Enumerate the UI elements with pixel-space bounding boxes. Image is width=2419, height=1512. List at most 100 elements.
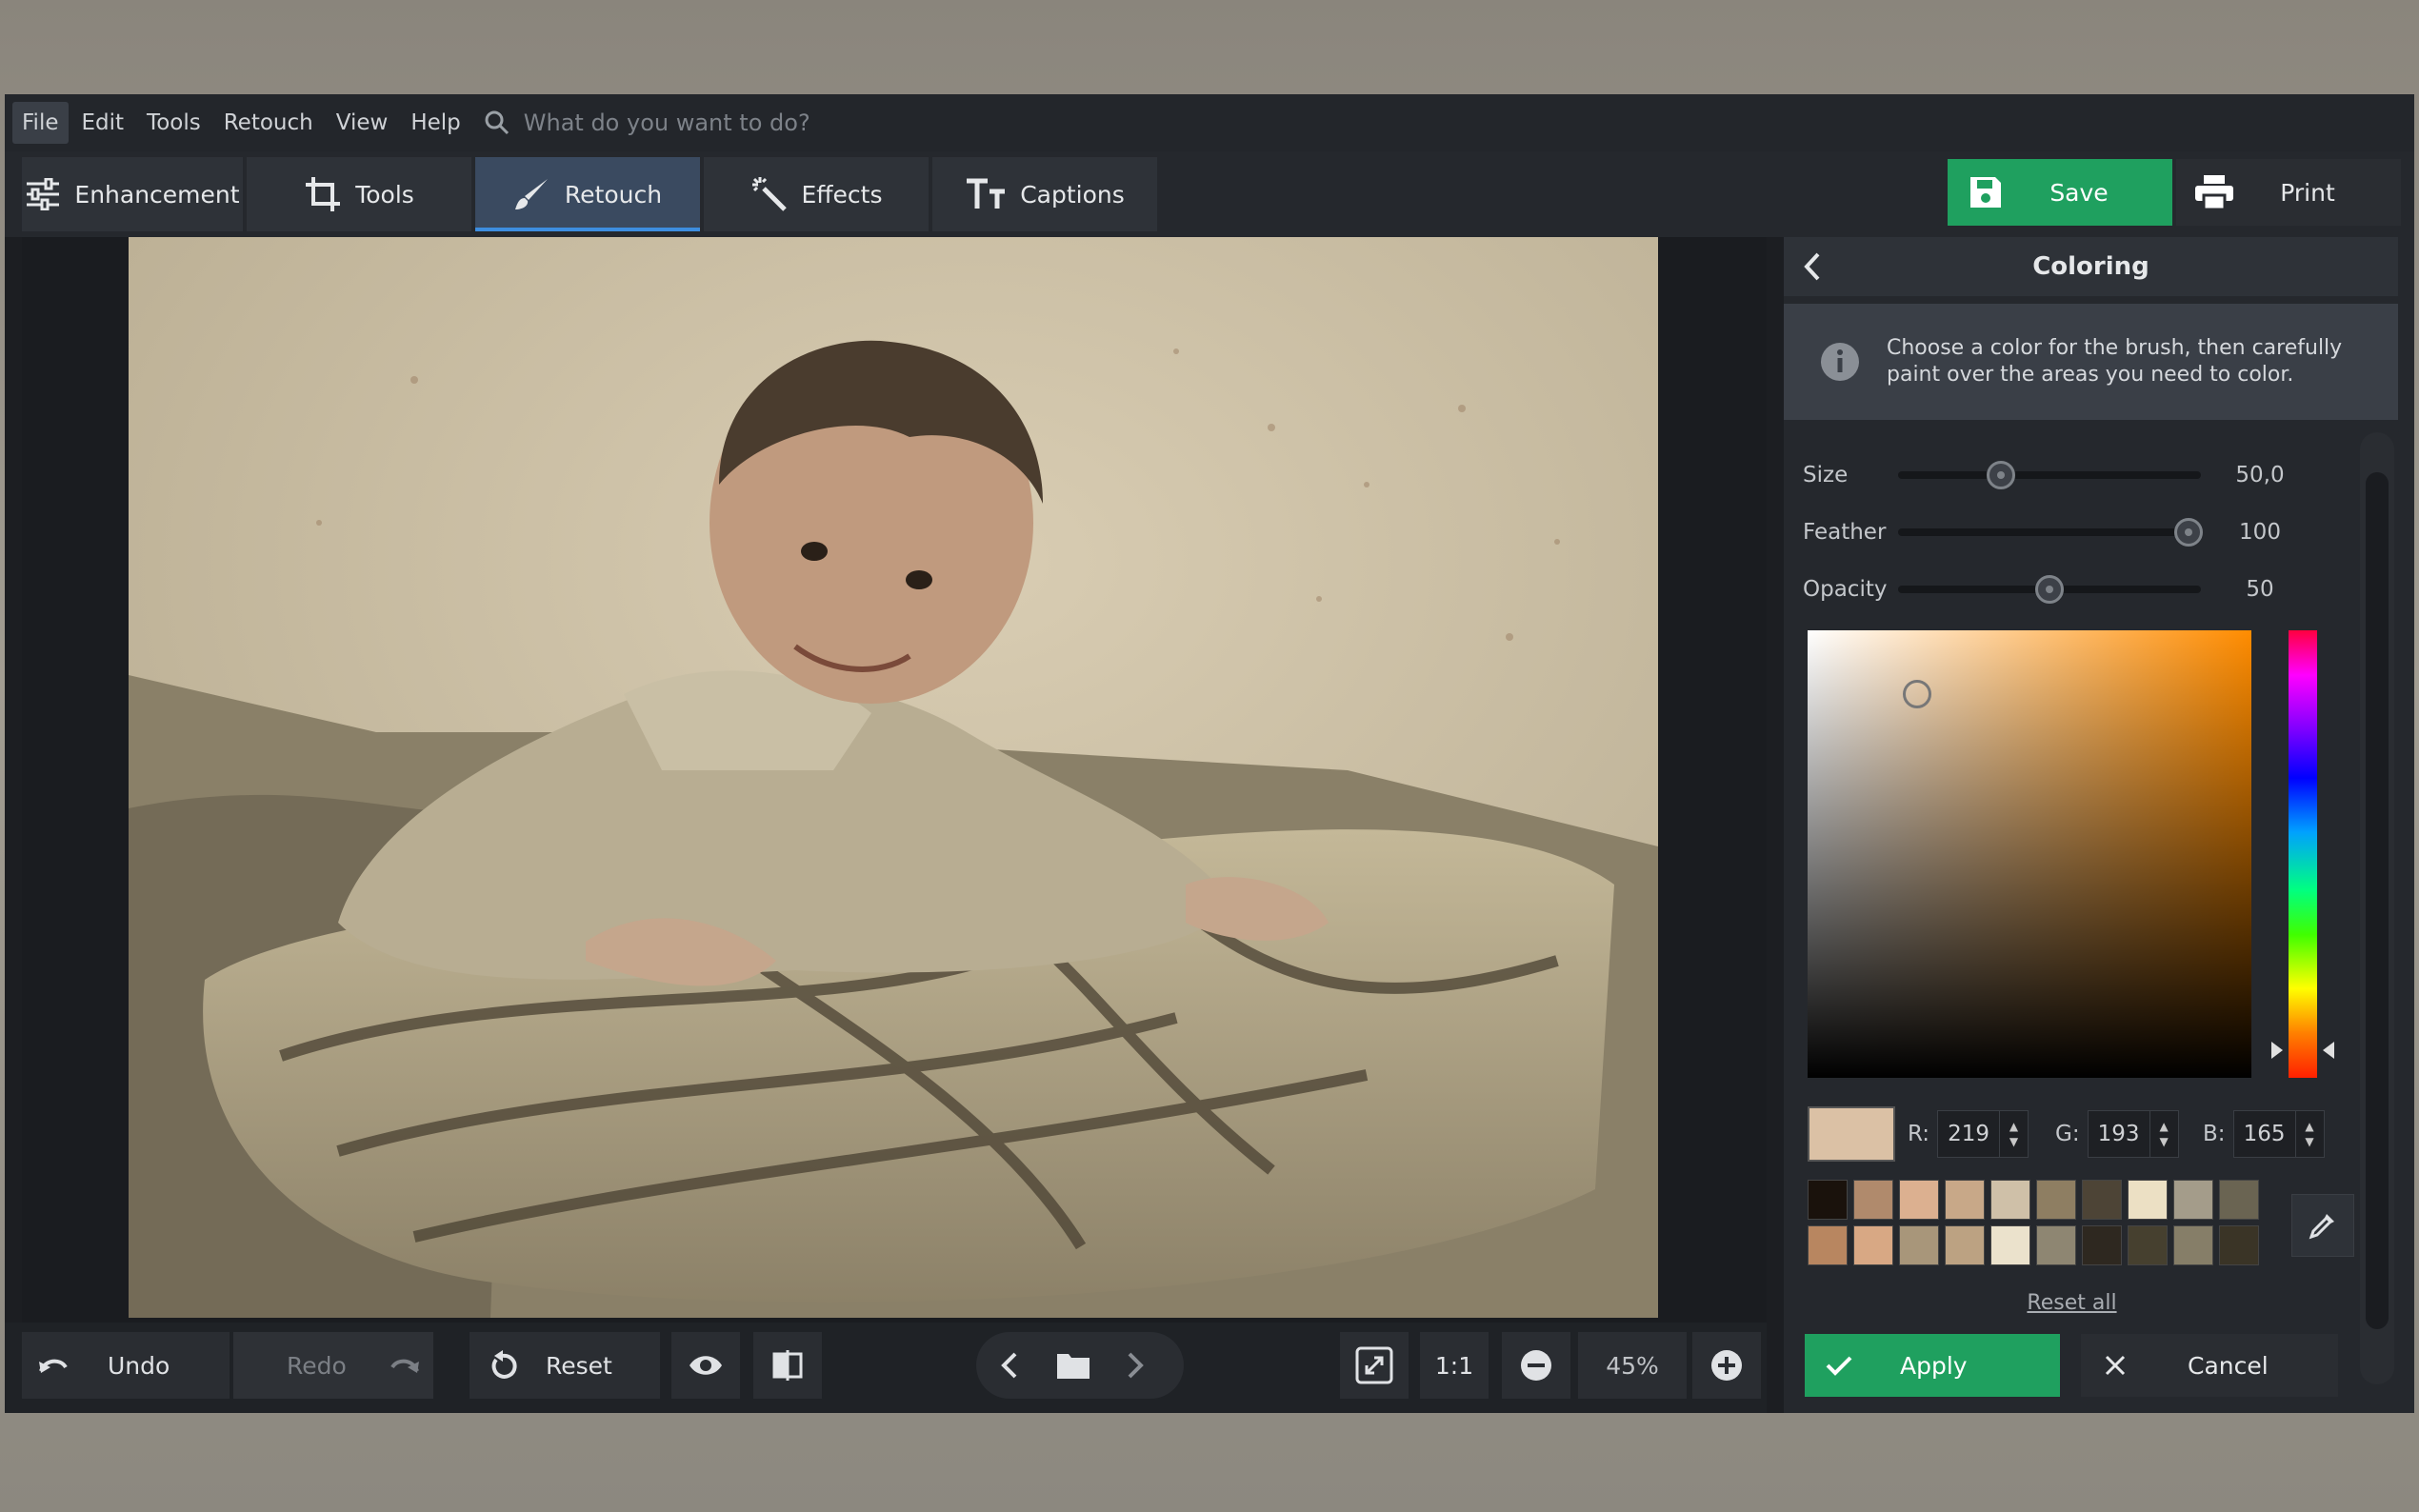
stepper-up-icon[interactable]: ▲: [2009, 1119, 2018, 1134]
blue-label: B:: [2203, 1122, 2226, 1146]
blue-stepper[interactable]: ▲ ▼: [2295, 1110, 2325, 1158]
back-chevron-icon[interactable]: [1803, 251, 1822, 282]
stepper-up-icon[interactable]: ▲: [2159, 1119, 2168, 1134]
opacity-slider-thumb[interactable]: [2035, 575, 2064, 604]
panel-header: Coloring: [1784, 237, 2398, 296]
feather-slider[interactable]: [1898, 518, 2204, 547]
print-label: Print: [2280, 178, 2335, 207]
photo-baby-on-pillow[interactable]: [129, 237, 1658, 1318]
color-swatch[interactable]: [1990, 1180, 2030, 1220]
red-label: R:: [1908, 1122, 1930, 1146]
menu-tools[interactable]: Tools: [137, 102, 210, 144]
save-button[interactable]: Save: [1948, 159, 2172, 226]
blue-input[interactable]: 165: [2232, 1110, 2296, 1158]
color-swatch[interactable]: [2128, 1180, 2168, 1220]
color-swatch[interactable]: [2219, 1225, 2259, 1265]
opacity-value: 50: [2246, 577, 2274, 602]
color-swatch[interactable]: [2036, 1180, 2076, 1220]
chevron-left-icon[interactable]: [1001, 1352, 1018, 1379]
panel-title: Coloring: [2032, 252, 2149, 281]
text-icon: [967, 178, 1006, 209]
color-picker-cursor[interactable]: [1903, 680, 1931, 708]
color-swatch[interactable]: [1945, 1225, 1985, 1265]
green-input[interactable]: 193: [2087, 1110, 2150, 1158]
fit-to-screen-button[interactable]: [1340, 1332, 1409, 1399]
reset-icon: [491, 1350, 517, 1379]
color-swatch[interactable]: [2173, 1225, 2213, 1265]
panel-scrollbar-thumb[interactable]: [2366, 472, 2389, 1329]
green-input-group: G: 193 ▲ ▼: [2055, 1106, 2179, 1162]
hue-slider[interactable]: [2289, 630, 2317, 1078]
color-swatch[interactable]: [1945, 1180, 1985, 1220]
reset-button[interactable]: Reset: [470, 1332, 660, 1399]
zoom-value: 45%: [1606, 1351, 1659, 1380]
color-swatch[interactable]: [1853, 1225, 1893, 1265]
folder-icon[interactable]: [1056, 1351, 1090, 1380]
redo-button[interactable]: Redo: [233, 1332, 433, 1399]
menu-help[interactable]: Help: [401, 102, 470, 144]
color-picker-field[interactable]: [1808, 630, 2251, 1078]
stepper-down-icon[interactable]: ▼: [2009, 1134, 2018, 1149]
actual-size-button[interactable]: 1:1: [1420, 1332, 1489, 1399]
color-swatch[interactable]: [1808, 1225, 1848, 1265]
menu-retouch[interactable]: Retouch: [214, 102, 323, 144]
stepper-down-icon[interactable]: ▼: [2305, 1134, 2313, 1149]
color-swatch[interactable]: [2128, 1225, 2168, 1265]
cancel-button[interactable]: Cancel: [2081, 1334, 2338, 1397]
eyedropper-icon: [2309, 1214, 2334, 1240]
color-swatch[interactable]: [1990, 1225, 2030, 1265]
feather-slider-thumb[interactable]: [2174, 518, 2204, 547]
tab-effects[interactable]: Effects: [704, 157, 929, 231]
undo-button[interactable]: Undo: [22, 1332, 230, 1399]
info-icon: [1821, 343, 1859, 381]
zoom-in-button[interactable]: [1692, 1332, 1761, 1399]
size-slider-thumb[interactable]: [1987, 461, 2016, 489]
search-box[interactable]: What do you want to do?: [484, 109, 810, 136]
stepper-up-icon[interactable]: ▲: [2305, 1119, 2313, 1134]
main-toolbar: Enhancement Tools Retouch Effects Captio…: [5, 151, 2414, 237]
eye-icon: [690, 1356, 722, 1375]
color-swatch[interactable]: [1899, 1180, 1939, 1220]
color-swatch[interactable]: [2082, 1225, 2122, 1265]
feather-slider-row: Feather 100: [1803, 513, 2317, 551]
image-canvas[interactable]: [22, 237, 1767, 1323]
print-button[interactable]: Print: [2176, 159, 2401, 226]
menu-file[interactable]: File: [12, 102, 69, 144]
red-stepper[interactable]: ▲ ▼: [2000, 1110, 2029, 1158]
tab-captions[interactable]: Captions: [932, 157, 1157, 231]
color-swatch[interactable]: [1808, 1180, 1848, 1220]
tab-retouch[interactable]: Retouch: [475, 157, 700, 231]
zoom-out-button[interactable]: [1502, 1332, 1570, 1399]
opacity-slider[interactable]: [1898, 575, 2201, 604]
preview-toggle-button[interactable]: [671, 1332, 740, 1399]
apply-button[interactable]: Apply: [1805, 1334, 2060, 1397]
color-swatch[interactable]: [2082, 1180, 2122, 1220]
tab-enhancement[interactable]: Enhancement: [22, 157, 243, 231]
magic-wand-icon: [751, 177, 787, 211]
red-input[interactable]: 219: [1937, 1110, 2001, 1158]
compare-button[interactable]: [753, 1332, 822, 1399]
hue-arrow-left-icon[interactable]: [2271, 1042, 2283, 1059]
zoom-level[interactable]: 45%: [1578, 1332, 1687, 1399]
color-swatch[interactable]: [2173, 1180, 2213, 1220]
hue-arrow-right-icon[interactable]: [2323, 1042, 2334, 1059]
tab-tools[interactable]: Tools: [247, 157, 471, 231]
color-swatch[interactable]: [1853, 1180, 1893, 1220]
stepper-down-icon[interactable]: ▼: [2159, 1134, 2168, 1149]
floppy-disk-icon: [1970, 177, 2001, 208]
green-stepper[interactable]: ▲ ▼: [2149, 1110, 2179, 1158]
size-slider[interactable]: [1898, 461, 2201, 489]
color-swatch[interactable]: [2036, 1225, 2076, 1265]
menu-view[interactable]: View: [327, 102, 398, 144]
printer-icon: [2195, 175, 2233, 210]
brush-icon: [514, 179, 548, 209]
panel-scrollbar[interactable]: [2360, 432, 2394, 1384]
color-swatches: [1808, 1180, 2270, 1265]
color-swatch[interactable]: [1899, 1225, 1939, 1265]
menu-edit[interactable]: Edit: [72, 102, 134, 144]
color-swatch[interactable]: [2219, 1180, 2259, 1220]
actual-size-label: 1:1: [1434, 1351, 1474, 1380]
reset-all-link[interactable]: Reset all: [1784, 1291, 2360, 1315]
eyedropper-button[interactable]: [2291, 1194, 2354, 1257]
chevron-right-icon[interactable]: [1127, 1352, 1144, 1379]
